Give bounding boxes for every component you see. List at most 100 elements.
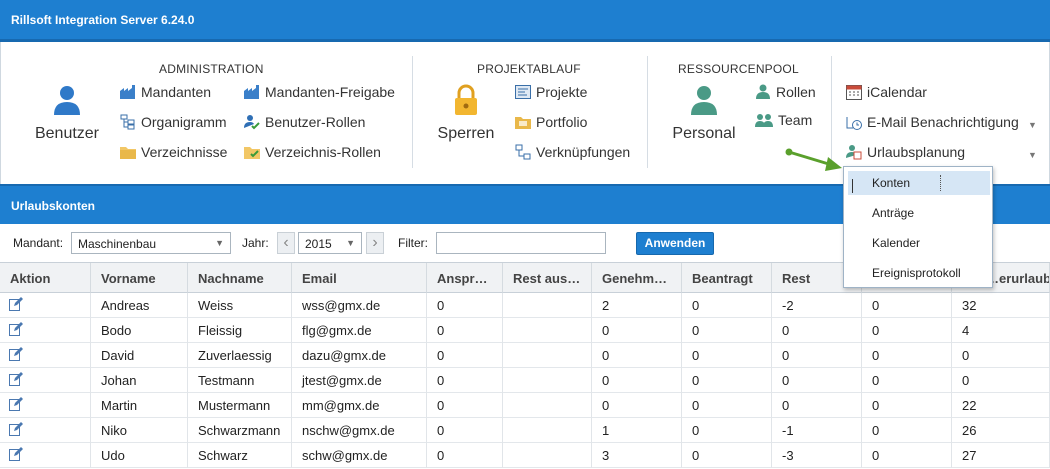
icalendar-label: iCalendar <box>867 84 927 100</box>
cell-rest: -1 <box>772 418 862 443</box>
menu-item-konten[interactable]: Konten <box>848 171 990 195</box>
user-check-icon <box>244 115 260 130</box>
column-header-genehmigt[interactable]: Genehm… <box>592 263 682 293</box>
email-dropdown-caret-icon[interactable]: ▼ <box>1028 120 1037 130</box>
benutzer-label: Benutzer <box>34 125 100 142</box>
group-separator <box>412 56 413 168</box>
text-cursor <box>852 179 853 193</box>
edit-icon[interactable] <box>9 397 23 411</box>
menu-item-kalender[interactable]: Kalender <box>848 231 990 255</box>
verknuepfungen-button[interactable]: Verknüpfungen <box>515 144 630 160</box>
focus-indicator <box>940 175 941 191</box>
cell-hidden: 0 <box>862 393 952 418</box>
email-benachrichtigung-button[interactable]: E-Mail Benachrichtigung <box>846 114 1019 130</box>
cell-genehmigt: 0 <box>592 343 682 368</box>
edit-icon[interactable] <box>9 372 23 386</box>
column-header-beantragt[interactable]: Beantragt <box>682 263 772 293</box>
table-row[interactable]: Johan Testmann jtest@gmx.de 0 0 0 0 0 0 <box>0 368 1050 393</box>
jahr-value: 2015 <box>305 237 332 251</box>
section-title: Urlaubskonten <box>11 199 96 213</box>
benutzer-button[interactable]: Benutzer <box>29 84 105 143</box>
menu-item-antraege[interactable]: Anträge <box>848 201 990 225</box>
projekte-button[interactable]: Projekte <box>515 84 587 100</box>
table-row[interactable]: Andreas Weiss wss@gmx.de 0 2 0 -2 0 32 <box>0 293 1050 318</box>
edit-icon[interactable] <box>9 447 23 461</box>
sperren-label: Sperren <box>437 125 495 142</box>
mandant-select[interactable]: Maschinenbau ▼ <box>71 232 231 254</box>
column-header-email[interactable]: Email <box>292 263 427 293</box>
filter-label: Filter: <box>398 236 428 250</box>
sperren-button[interactable]: Sperren <box>431 84 501 143</box>
cell-vorname: Andreas <box>91 293 188 318</box>
menu-item-antraege-label: Anträge <box>872 206 915 220</box>
cell-beantragt: 0 <box>682 443 772 468</box>
cell-rest-aus-vorjahr <box>503 418 592 443</box>
cell-beantragt: 0 <box>682 343 772 368</box>
personal-button[interactable]: Personal <box>667 84 741 143</box>
icalendar-button[interactable]: iCalendar <box>846 84 927 100</box>
menu-item-kalender-label: Kalender <box>872 236 921 250</box>
verzeichnis-rollen-label: Verzeichnis-Rollen <box>265 144 381 160</box>
cell-beantragt: 0 <box>682 393 772 418</box>
jahr-select[interactable]: 2015 ▼ <box>298 232 362 254</box>
mandanten-label: Mandanten <box>141 84 212 100</box>
column-header-nachname[interactable]: Nachname <box>188 263 292 293</box>
organigramm-button[interactable]: Organigramm <box>120 114 227 130</box>
table-row[interactable]: Martin Mustermann mm@gmx.de 0 0 0 0 0 22 <box>0 393 1050 418</box>
benutzer-rollen-button[interactable]: Benutzer-Rollen <box>244 114 365 130</box>
edit-icon[interactable] <box>9 422 23 436</box>
cell-aktion <box>0 418 91 443</box>
cell-genehmigt: 1 <box>592 418 682 443</box>
edit-icon[interactable] <box>9 322 23 336</box>
filter-input[interactable] <box>436 232 606 254</box>
cell-rest: -3 <box>772 443 862 468</box>
portfolio-button[interactable]: Portfolio <box>515 114 587 130</box>
column-header-rest-aus-vorjahr[interactable]: Rest aus… <box>503 263 592 293</box>
column-header-aktion[interactable]: Aktion <box>0 263 91 293</box>
table-row[interactable]: Udo Schwarz schw@gmx.de 0 3 0 -3 0 27 <box>0 443 1050 468</box>
edit-icon[interactable] <box>9 297 23 311</box>
portfolio-label: Portfolio <box>536 114 588 130</box>
factory-icon <box>120 85 135 99</box>
app-title: Rillsoft Integration Server 6.24.0 <box>11 13 195 27</box>
group-title-projektablauf: PROJEKTABLAUF <box>477 62 581 76</box>
cell-nachname: Testmann <box>188 368 292 393</box>
cell-rest-aus-vorjahr <box>503 368 592 393</box>
cell-nachname: Mustermann <box>188 393 292 418</box>
cell-email: schw@gmx.de <box>292 443 427 468</box>
previous-year-button[interactable]: ‹ <box>277 232 295 254</box>
cell-nachname: Weiss <box>188 293 292 318</box>
urlaubsplanung-dropdown-caret-icon[interactable]: ▼ <box>1028 150 1037 160</box>
project-icon <box>515 85 531 99</box>
team-button[interactable]: Team <box>755 112 812 128</box>
verzeichnisse-button[interactable]: Verzeichnisse <box>120 144 227 160</box>
anwenden-button[interactable]: Anwenden <box>636 232 714 255</box>
mandanten-freigabe-button[interactable]: Mandanten-Freigabe <box>244 84 395 100</box>
verzeichnis-rollen-button[interactable]: Verzeichnis-Rollen <box>244 144 381 160</box>
rollen-button[interactable]: Rollen <box>755 84 816 100</box>
table-row[interactable]: Bodo Fleissig flg@gmx.de 0 0 0 0 0 4 <box>0 318 1050 343</box>
table-row[interactable]: Niko Schwarzmann nschw@gmx.de 0 1 0 -1 0 26 <box>0 418 1050 443</box>
cell-rest-aus-vorjahr <box>503 393 592 418</box>
menu-item-ereignisprotokoll[interactable]: Ereignisprotokoll <box>848 261 990 285</box>
column-header-anspruch[interactable]: Anspr… <box>427 263 503 293</box>
cell-rest: 0 <box>772 318 862 343</box>
urlaubsplanung-button[interactable]: Urlaubsplanung <box>846 144 965 160</box>
cell-aktion <box>0 293 91 318</box>
edit-icon[interactable] <box>9 347 23 361</box>
cell-anspruch: 0 <box>427 318 503 343</box>
folder-check-icon <box>244 147 260 159</box>
column-header-vorname[interactable]: Vorname <box>91 263 188 293</box>
mandanten-button[interactable]: Mandanten <box>120 84 211 100</box>
lock-icon <box>455 84 477 115</box>
chevron-down-icon: ▼ <box>215 238 224 248</box>
cell-aktion <box>0 318 91 343</box>
next-year-button[interactable]: › <box>366 232 384 254</box>
urlaubskonten-table: Aktion Vorname Nachname Email Anspr… Res… <box>0 262 1050 469</box>
team-label: Team <box>778 112 813 128</box>
cell-beantragt: 0 <box>682 368 772 393</box>
jahr-label: Jahr: <box>242 236 269 250</box>
cell-urlaub: 32 <box>952 293 1050 318</box>
table-row[interactable]: David Zuverlaessig dazu@gmx.de 0 0 0 0 0 0 <box>0 343 1050 368</box>
role-icon <box>756 84 770 99</box>
